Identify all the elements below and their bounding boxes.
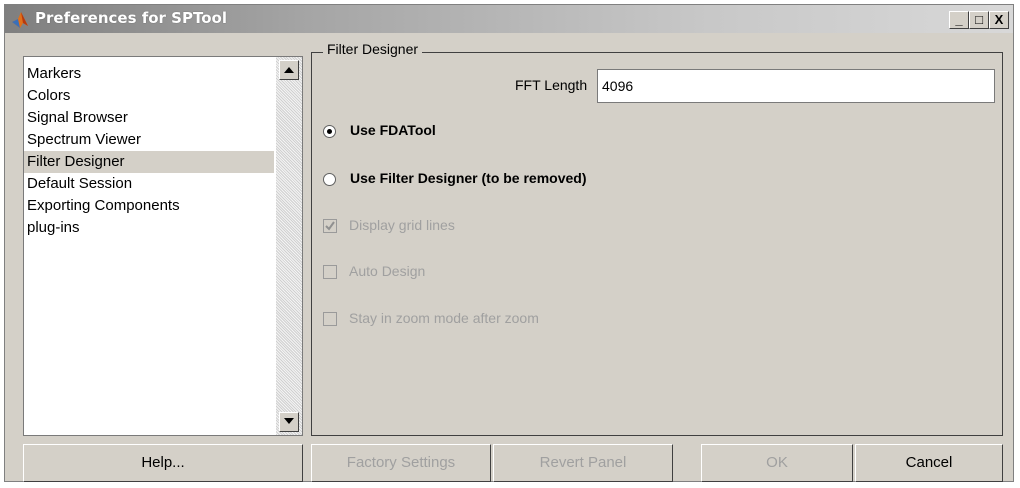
radio-dot-icon xyxy=(327,129,332,134)
preferences-window: Preferences for SPTool _ □ X Markers Colo… xyxy=(4,4,1014,482)
close-button[interactable]: X xyxy=(989,11,1009,29)
scroll-down-button[interactable] xyxy=(279,412,299,432)
list-item[interactable]: Markers xyxy=(24,63,274,85)
checkbox-box[interactable] xyxy=(323,265,337,279)
list-item[interactable]: Spectrum Viewer xyxy=(24,129,274,151)
category-list[interactable]: Markers Colors Signal Browser Spectrum View… xyxy=(23,56,303,436)
list-item[interactable]: Filter Designer xyxy=(24,151,274,173)
list-item[interactable]: plug-ins xyxy=(24,217,274,239)
title-bar[interactable]: Preferences for SPTool _ □ X xyxy=(5,5,1013,33)
revert-panel-button[interactable]: Revert Panel xyxy=(493,444,673,482)
help-button[interactable]: Help... xyxy=(23,444,303,482)
radio-use-fdatool-label: Use FDATool xyxy=(350,122,436,138)
minimize-button[interactable]: _ xyxy=(949,11,969,29)
window-title: Preferences for SPTool xyxy=(35,9,227,27)
category-list-items: Markers Colors Signal Browser Spectrum View… xyxy=(24,63,274,239)
checkbox-display-grid-lines-label: Display grid lines xyxy=(349,217,455,233)
cancel-button[interactable]: Cancel xyxy=(855,444,1003,482)
list-scrollbar[interactable] xyxy=(276,57,302,435)
list-item[interactable]: Signal Browser xyxy=(24,107,274,129)
checkbox-stay-in-zoom-label: Stay in zoom mode after zoom xyxy=(349,310,539,326)
fft-length-input[interactable]: 4096 xyxy=(597,69,995,103)
fft-length-label: FFT Length xyxy=(515,77,588,93)
scroll-up-button[interactable] xyxy=(279,60,299,80)
radio-use-filter-designer-label: Use Filter Designer (to be removed) xyxy=(350,170,587,186)
checkbox-box[interactable] xyxy=(323,219,337,233)
checkbox-box[interactable] xyxy=(323,312,337,326)
list-item[interactable]: Colors xyxy=(24,85,274,107)
matlab-logo-icon xyxy=(11,11,29,29)
list-item[interactable]: Exporting Components xyxy=(24,195,274,217)
factory-settings-button[interactable]: Factory Settings xyxy=(311,444,491,482)
checkbox-auto-design-label: Auto Design xyxy=(349,263,426,279)
list-item[interactable]: Default Session xyxy=(24,173,274,195)
ok-button[interactable]: OK xyxy=(701,444,853,482)
filter-designer-group xyxy=(311,52,1003,436)
radio-button[interactable] xyxy=(323,125,336,138)
maximize-button[interactable]: □ xyxy=(969,11,989,29)
radio-button[interactable] xyxy=(323,173,336,186)
group-title: Filter Designer xyxy=(323,41,423,57)
